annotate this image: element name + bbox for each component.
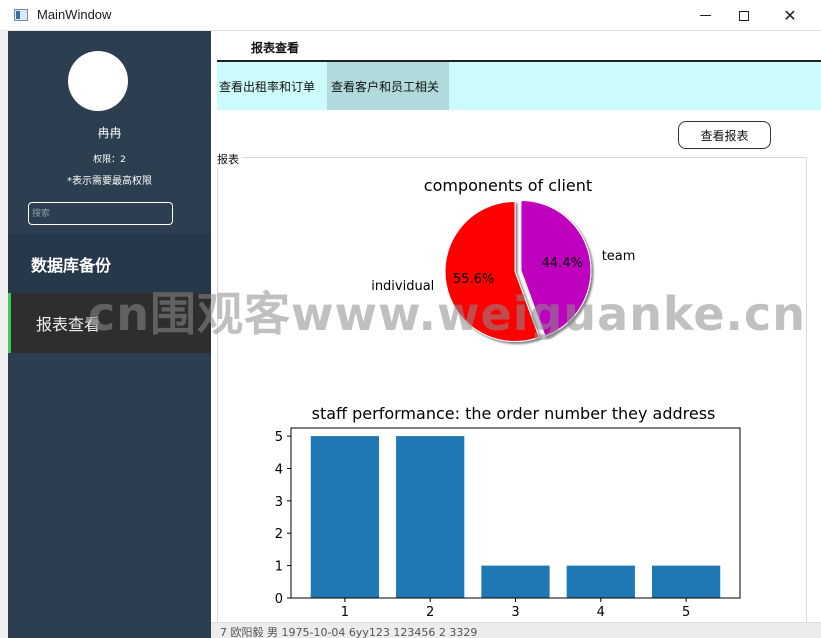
avatar[interactable] (68, 51, 128, 111)
close-button[interactable]: ✕ (767, 0, 813, 31)
bar-3 (481, 565, 550, 598)
x-tick-label: 2 (426, 605, 434, 620)
username-label: 冉冉 (97, 126, 122, 140)
x-tick-label: 3 (511, 605, 519, 620)
maximize-button[interactable] (721, 0, 767, 31)
x-tick-label: 5 (682, 605, 690, 620)
bar-4 (566, 565, 635, 598)
search-input[interactable] (28, 202, 173, 225)
app-icon (14, 9, 28, 21)
y-tick-label: 3 (275, 495, 283, 510)
pie-pct-team: 44.4% (542, 256, 583, 271)
main-window: MainWindow ✕ 8 1 9 9 9 9 冉冉 权限：2 *表示需要最高… (0, 0, 821, 638)
maximize-icon (739, 10, 749, 21)
minimize-icon (699, 15, 711, 16)
y-tick-label: 1 (275, 560, 283, 575)
bar-2 (396, 436, 465, 598)
title-bar: MainWindow ✕ (0, 0, 821, 31)
pie-pct-individual: 55.6% (453, 272, 494, 287)
bar-1 (310, 436, 380, 598)
nav-item-label: 数据库备份 (31, 256, 112, 275)
y-tick-label: 5 (275, 430, 283, 445)
y-tick-label: 2 (275, 527, 283, 542)
window-title: MainWindow (37, 7, 112, 22)
permission-label: 权限：2 (93, 155, 126, 165)
x-tick-label: 4 (597, 605, 605, 620)
x-tick-label: 1 (341, 605, 349, 620)
close-icon: ✕ (783, 5, 797, 25)
nav-item-database-backup[interactable]: 数据库备份 (8, 234, 211, 294)
nav-item-label: 报表查看 (36, 315, 101, 334)
pie-label-individual: individual (371, 279, 434, 294)
background-row-text: 7 欧阳毅 男 1975-10-04 6yy123 123456 2 3329 (220, 626, 478, 638)
report-charts: components of client individual 55.6% team 4… (275, 176, 741, 620)
background-table-row: 7 欧阳毅 男 1975-10-04 6yy123 123456 2 3329 (211, 622, 821, 638)
y-tick-label: 0 (275, 592, 283, 607)
background-window-strip (0, 31, 8, 638)
nav-item-report-view[interactable]: 报表查看 (8, 293, 211, 353)
permission-note: *表示需要最高权限 (67, 176, 152, 187)
bar-5 (651, 565, 721, 598)
sidebar: 冉冉 权限：2 *表示需要最高权限 数据库备份 报表查看 (8, 31, 211, 638)
main-panel: 报表查看 查看出租率和订单 查看客户和员工相关 查看报表 报表 componen… (211, 31, 821, 638)
y-tick-label: 4 (275, 462, 283, 477)
pie-title: components of client (424, 176, 592, 195)
pie-label-team: team (602, 249, 636, 264)
bar-title: staff performance: the order number they… (312, 404, 716, 423)
